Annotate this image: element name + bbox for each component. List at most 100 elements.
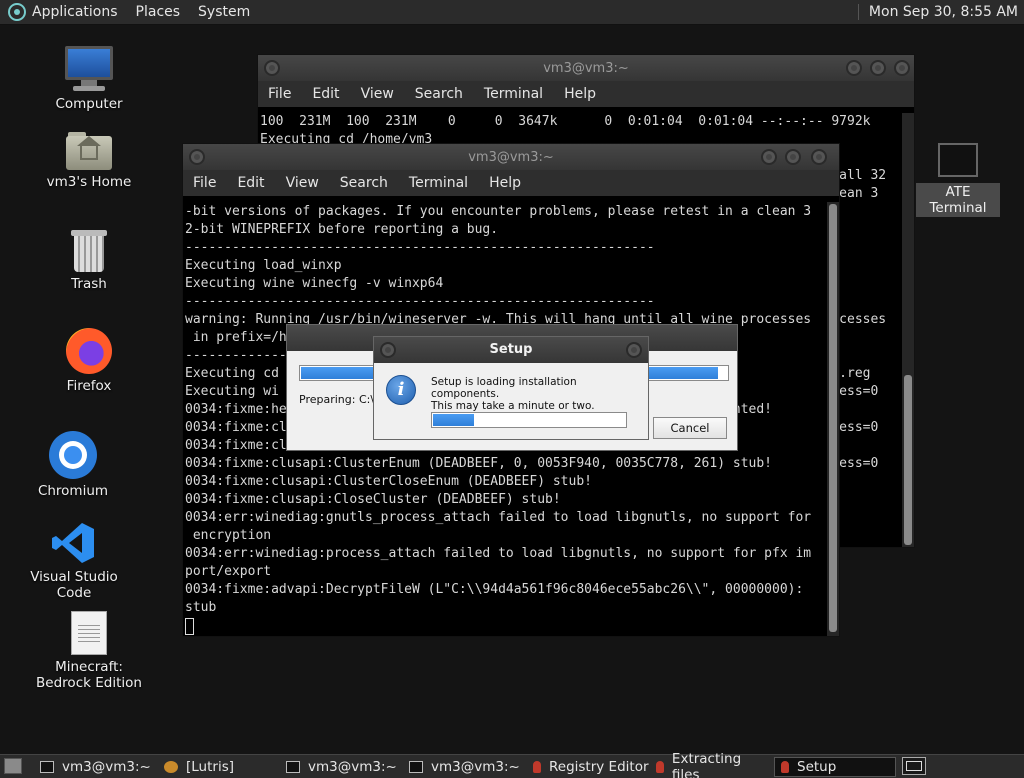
desktop-icon-label: Visual Studio Code <box>30 569 118 601</box>
computer-icon <box>65 46 113 92</box>
taskbar-item-lutris[interactable]: [Lutris] <box>158 757 276 777</box>
terminal-line: 0034:fixme:clusapi:CloseCluster (DEADBEE… <box>185 492 561 507</box>
terminal-line: 2-bit WINEPREFIX before reporting a bug. <box>185 222 499 237</box>
terminal-icon <box>40 761 54 773</box>
minimize-icon[interactable] <box>846 60 862 76</box>
menu-edit[interactable]: Edit <box>237 175 264 191</box>
dialog-message: Setup is loading installation components… <box>431 376 648 412</box>
terminal-line: ----------------------------------------… <box>185 240 655 255</box>
taskbar-item-terminal-3[interactable]: vm3@vm3:~ <box>403 757 523 777</box>
desktop-icon-label: Computer <box>55 96 123 112</box>
setup-progress-bar <box>431 412 627 428</box>
scrollbar-thumb[interactable] <box>904 375 912 545</box>
wine-icon <box>656 761 664 773</box>
desktop-icon-minecraft[interactable]: Minecraft: Bedrock Edition <box>29 611 149 691</box>
mate-logo-icon[interactable] <box>8 3 26 21</box>
menu-file[interactable]: File <box>268 86 291 102</box>
menu-edit[interactable]: Edit <box>312 86 339 102</box>
terminal-line: 100 231M 100 231M 0 0 3647k 0 0:01:04 0:… <box>260 114 871 129</box>
terminal-scrollbar[interactable] <box>827 202 839 636</box>
terminal-icon <box>286 761 300 773</box>
menu-file[interactable]: File <box>193 175 216 191</box>
scrollbar-thumb[interactable] <box>829 204 837 632</box>
menu-view[interactable]: View <box>286 175 319 191</box>
close-icon[interactable] <box>811 149 827 165</box>
window-menu-icon[interactable] <box>380 342 396 358</box>
wine-icon <box>533 761 541 773</box>
window-titlebar[interactable]: Setup <box>374 337 648 363</box>
extract-status-text: Preparing: C:\9 <box>299 393 382 406</box>
menu-search[interactable]: Search <box>340 175 388 191</box>
window-titlebar[interactable]: vm3@vm3:~ <box>183 144 839 170</box>
terminal-line: 0034:fixme:advapi:DecryptFileW (L"C:\\94… <box>185 582 804 597</box>
terminal-line: -bit versions of packages. If you encoun… <box>185 204 812 219</box>
desktop-icon-label: ATE Terminal <box>916 183 1000 217</box>
terminal-line: ----------------------------------------… <box>185 294 655 309</box>
close-icon[interactable] <box>626 342 642 358</box>
chromium-icon <box>49 431 97 479</box>
terminal-line: stub <box>185 600 217 615</box>
lutris-icon <box>164 761 178 773</box>
desktop-icon-label: vm3's Home <box>46 174 132 190</box>
terminal-line: encryption <box>185 528 272 543</box>
taskbar-item-terminal-1[interactable]: vm3@vm3:~ <box>34 757 154 777</box>
vscode-icon <box>52 521 96 565</box>
menu-system[interactable]: System <box>198 4 250 20</box>
taskbar-item-label: vm3@vm3:~ <box>62 759 151 775</box>
panel-clock[interactable]: Mon Sep 30, 8:55 AM <box>857 4 1018 20</box>
menu-help[interactable]: Help <box>564 86 596 102</box>
taskbar-item-terminal-2[interactable]: vm3@vm3:~ <box>280 757 400 777</box>
terminal-icon <box>409 761 423 773</box>
menu-applications[interactable]: Applications <box>32 4 118 20</box>
taskbar-item-label: vm3@vm3:~ <box>431 759 520 775</box>
terminal-menubar: File Edit View Search Terminal Help <box>258 81 914 107</box>
firefox-icon <box>66 328 112 374</box>
window-title: vm3@vm3:~ <box>468 149 554 165</box>
terminal-line: 0034:fixme:clusapi:ClusterCloseEnum (DEA… <box>185 474 592 489</box>
taskbar-item-label: Registry Editor <box>549 759 649 775</box>
home-folder-icon <box>66 130 112 170</box>
setup-dialog[interactable]: Setup i Setup is loading installation co… <box>373 336 649 440</box>
desktop-icon-computer[interactable]: Computer <box>29 46 149 112</box>
menu-help[interactable]: Help <box>489 175 521 191</box>
taskbar-item-extracting-files[interactable]: Extracting files <box>650 751 772 778</box>
terminal-scrollbar[interactable] <box>902 113 914 547</box>
menu-terminal[interactable]: Terminal <box>484 86 543 102</box>
terminal-line: 0034:err:winediag:gnutls_process_attach … <box>185 510 812 525</box>
desktop-icon-home[interactable]: vm3's Home <box>29 130 149 190</box>
cancel-button[interactable]: Cancel <box>653 417 727 439</box>
workspace-switcher-icon[interactable] <box>902 757 926 775</box>
menu-terminal[interactable]: Terminal <box>409 175 468 191</box>
message-line-2: This may take a minute or two. <box>431 400 595 412</box>
menu-view[interactable]: View <box>361 86 394 102</box>
show-desktop-icon[interactable] <box>4 758 22 774</box>
terminal-line: 0034:err:winediag:process_attach failed … <box>185 546 812 561</box>
minimize-icon[interactable] <box>761 149 777 165</box>
menu-places[interactable]: Places <box>136 4 181 20</box>
terminal-line: Executing wine winecfg -v winxp64 <box>185 276 444 291</box>
taskbar-item-label: Setup <box>797 759 837 775</box>
desktop-icon-trash[interactable]: Trash <box>29 230 149 292</box>
window-menu-icon[interactable] <box>264 60 280 76</box>
terminal-line: port/export <box>185 564 272 579</box>
desktop-icon-label: Firefox <box>66 378 112 394</box>
maximize-icon[interactable] <box>785 149 801 165</box>
desktop-icon-mate-terminal[interactable]: ATE Terminal <box>916 143 1000 217</box>
maximize-icon[interactable] <box>870 60 886 76</box>
terminal-icon <box>938 143 978 177</box>
terminal-menubar: File Edit View Search Terminal Help <box>183 170 839 196</box>
taskbar-item-registry-editor[interactable]: Registry Editor <box>527 757 649 777</box>
desktop-icon-firefox[interactable]: Firefox <box>29 328 149 394</box>
window-menu-icon[interactable] <box>189 149 205 165</box>
taskbar-item-label: vm3@vm3:~ <box>308 759 397 775</box>
taskbar-item-label: [Lutris] <box>186 759 235 775</box>
desktop-icon-vscode[interactable]: Visual Studio Code <box>14 521 134 601</box>
desktop-icon-chromium[interactable]: Chromium <box>13 431 133 499</box>
document-icon <box>71 611 107 655</box>
desktop-icon-label: Trash <box>71 276 107 292</box>
window-titlebar[interactable]: vm3@vm3:~ <box>258 55 914 81</box>
close-icon[interactable] <box>894 60 910 76</box>
menu-search[interactable]: Search <box>415 86 463 102</box>
taskbar-item-setup[interactable]: Setup <box>774 757 896 777</box>
wine-icon <box>781 761 789 773</box>
